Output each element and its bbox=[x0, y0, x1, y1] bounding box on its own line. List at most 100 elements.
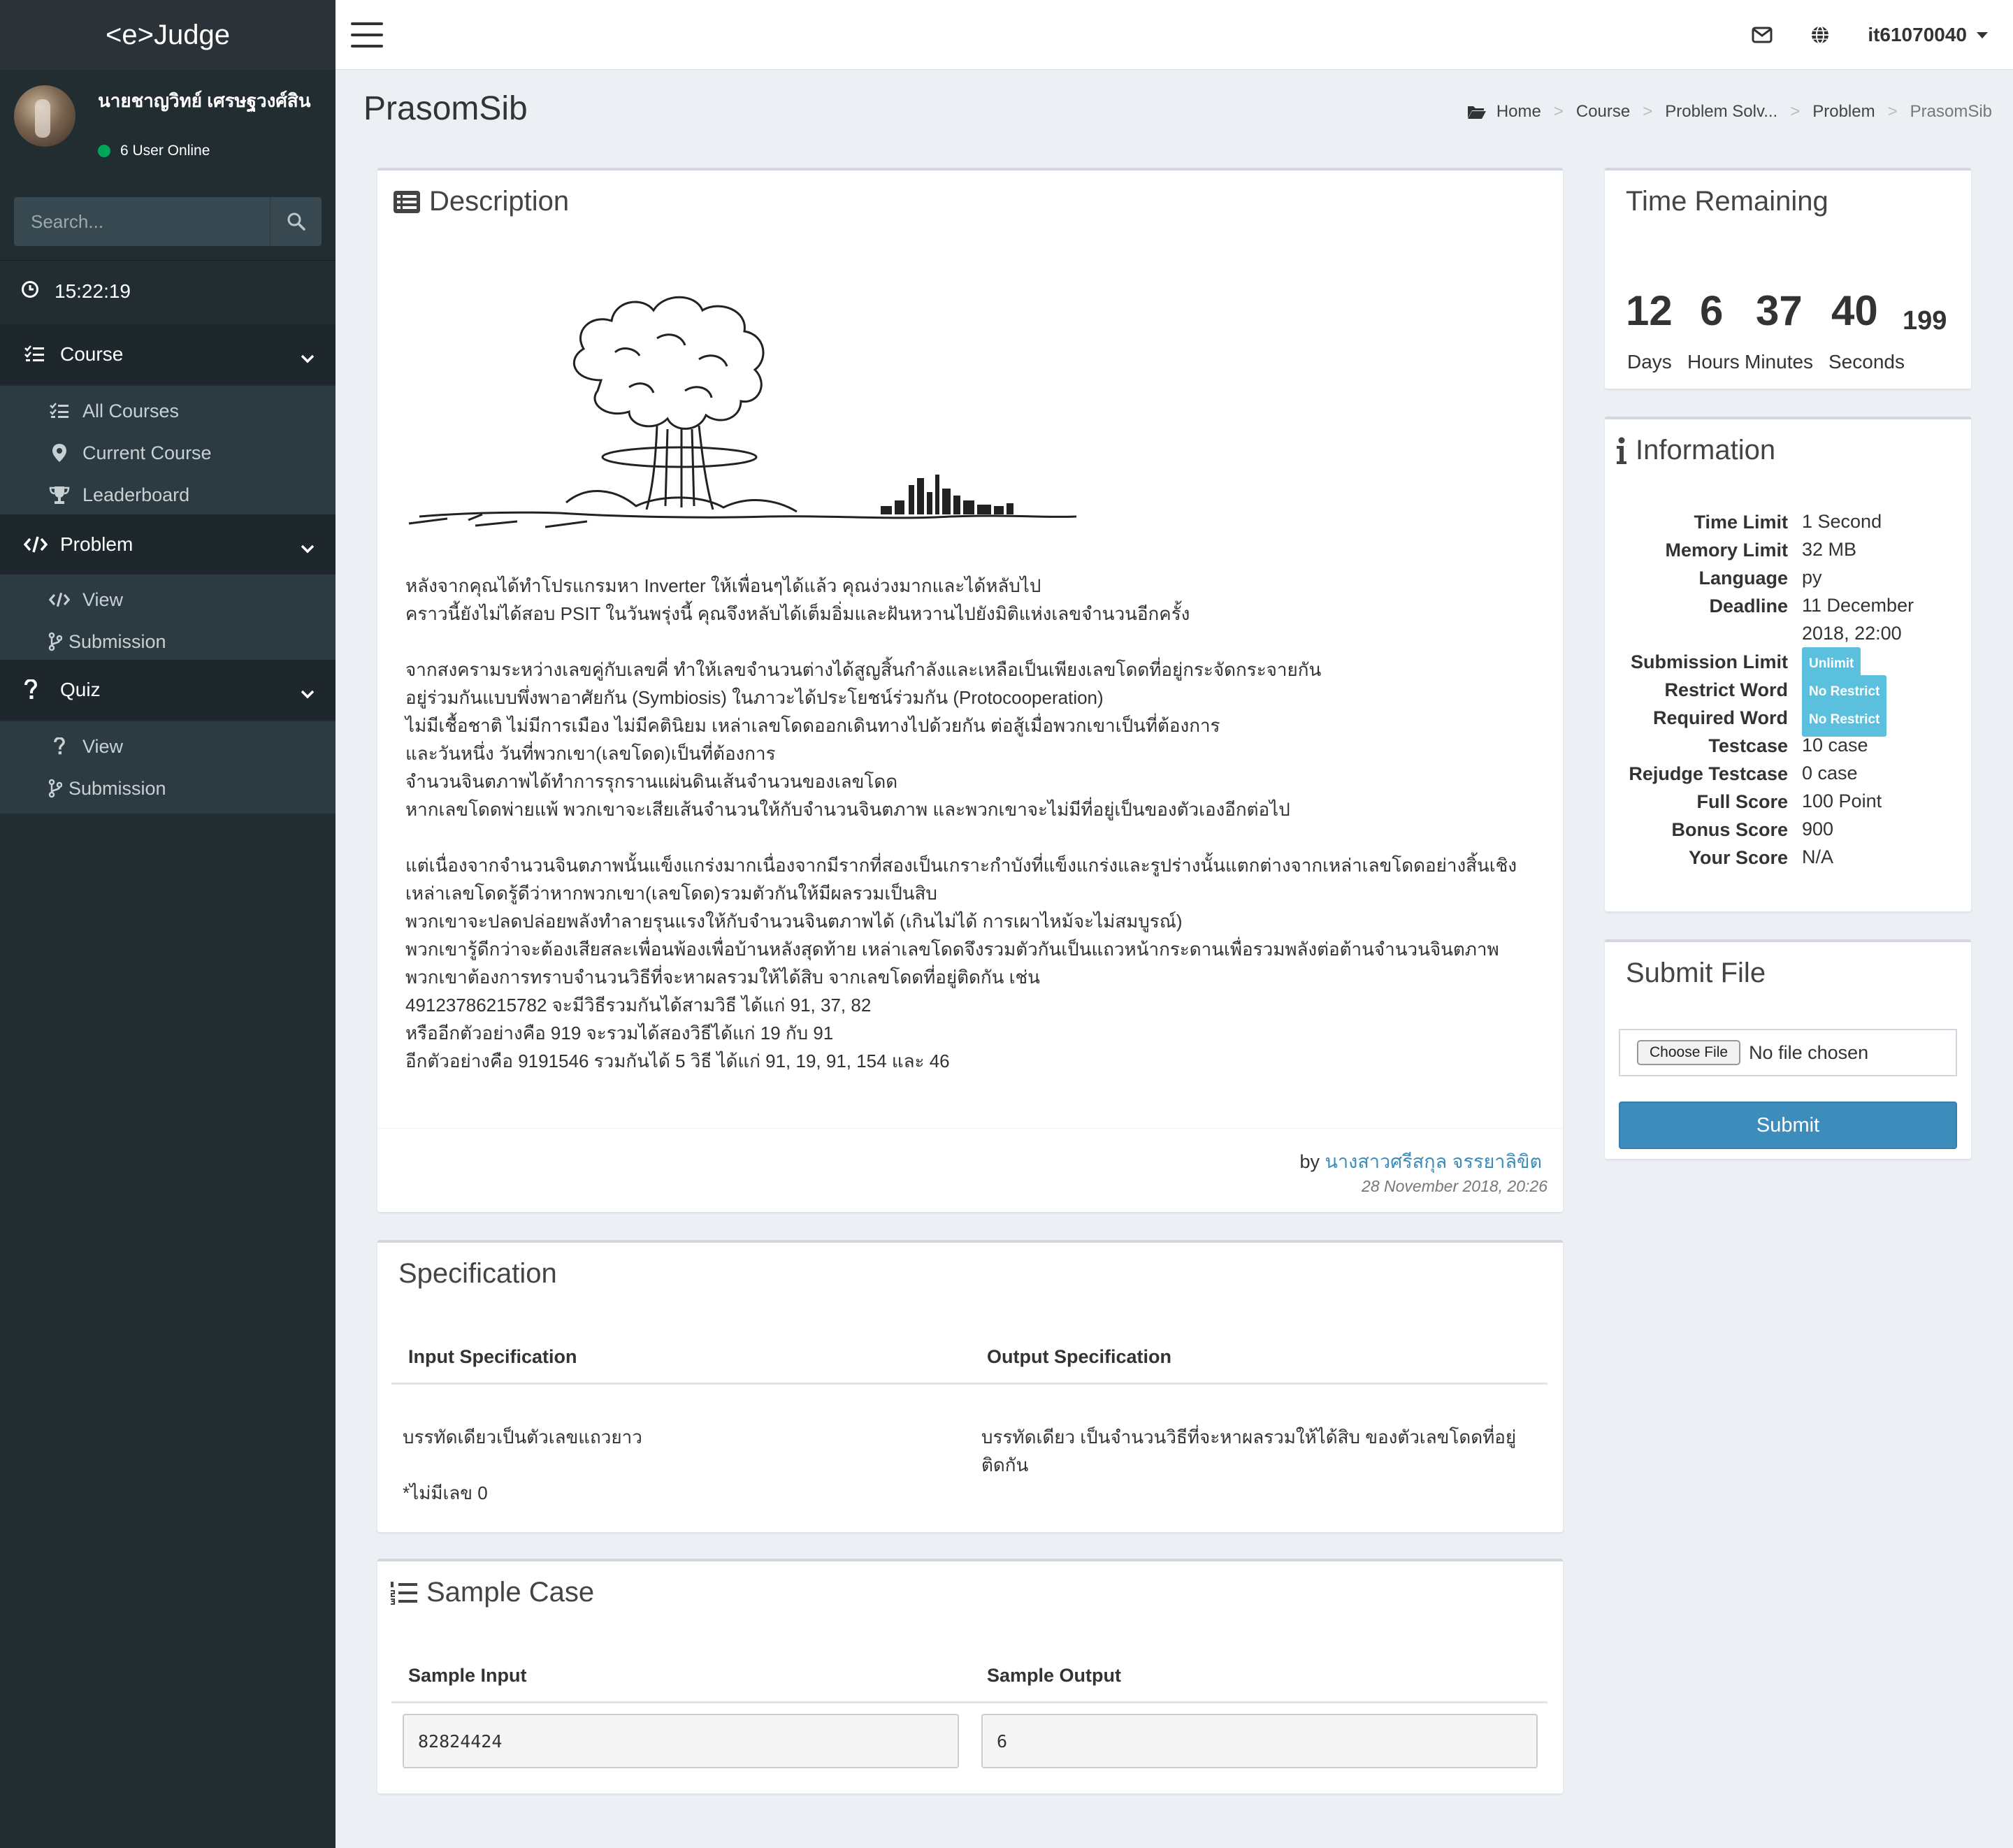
label-minutes: Minutes bbox=[1745, 351, 1814, 373]
sidebar-item-current-course[interactable]: Current Course bbox=[0, 432, 336, 474]
sidebar: <e>Judge นายชาญวิทย์ เศรษฐวงศ์สิน 6 User… bbox=[0, 0, 336, 1848]
clock-time: 15:22:19 bbox=[55, 280, 131, 302]
time-remaining-box: Time Remaining 12 6 37 40 199 Days Hours… bbox=[1605, 168, 1971, 389]
specification-box: Specification Input Specification Output… bbox=[377, 1240, 1563, 1532]
sidebar-item-label: View bbox=[82, 735, 124, 757]
sidebar-section-course[interactable]: Course bbox=[0, 324, 336, 384]
specification-title: Specification bbox=[398, 1258, 557, 1289]
sidebar-section-quiz[interactable]: Quiz bbox=[0, 660, 336, 720]
branch-icon bbox=[48, 779, 63, 798]
choose-file-button[interactable]: Choose File bbox=[1637, 1040, 1741, 1065]
list-alt-icon bbox=[393, 190, 421, 214]
chevron-down-icon bbox=[301, 682, 315, 705]
sidebar-item-leaderboard[interactable]: Leaderboard bbox=[0, 474, 336, 516]
input-spec-line: บรรทัดเดียวเป็นตัวเลขแถวยาว bbox=[403, 1427, 642, 1448]
search-button[interactable] bbox=[270, 197, 322, 246]
author-line: by นางสาวศรีสกุล จรรยาลิขิต bbox=[1299, 1146, 1542, 1176]
clock: 15:22:19 bbox=[0, 274, 336, 309]
list-ol-icon bbox=[390, 1581, 418, 1605]
sample-case-box: Sample Case Sample Input Sample Output 8… bbox=[377, 1559, 1563, 1793]
input-spec-line: *ไม่มีเลข 0 bbox=[403, 1482, 488, 1503]
branch-icon bbox=[48, 632, 63, 651]
sample-output-box[interactable]: 6 bbox=[981, 1714, 1538, 1768]
user-menu[interactable]: it61070040 bbox=[1868, 24, 1988, 46]
info-key: Memory Limit bbox=[1665, 540, 1788, 561]
envelope-icon[interactable] bbox=[1752, 27, 1773, 43]
file-input[interactable]: Choose File No file chosen bbox=[1619, 1029, 1957, 1076]
breadcrumb-problem[interactable]: Problem bbox=[1812, 102, 1875, 122]
description-title-text: Description bbox=[429, 186, 570, 217]
file-status-text: No file chosen bbox=[1749, 1041, 1869, 1063]
info-key: Rejudge Testcase bbox=[1629, 763, 1788, 784]
input-spec-text: บรรทัดเดียวเป็นตัวเลขแถวยาว *ไม่มีเลข 0 bbox=[403, 1423, 962, 1507]
sidebar-item-problem-view[interactable]: View bbox=[0, 579, 336, 621]
description-line: พวกเขาต้องการทราบจำนวนวิธีที่จะหาผลรวมให… bbox=[405, 967, 1040, 988]
time-remaining-title: Time Remaining bbox=[1626, 186, 1828, 217]
info-key: Language bbox=[1698, 568, 1788, 589]
info-key: Bonus Score bbox=[1671, 819, 1788, 840]
label-seconds: Seconds bbox=[1828, 351, 1905, 373]
breadcrumb-separator: > bbox=[1553, 102, 1564, 121]
countdown-hours: 6 bbox=[1700, 287, 1724, 334]
description-paragraph: แต่เนื่องจากจำนวนจินตภาพนั้นแข็งแกร่งมาก… bbox=[405, 851, 1552, 1075]
globe-icon[interactable] bbox=[1810, 25, 1830, 45]
user-name: นายชาญวิทย์ เศรษฐวงศ์สิน bbox=[98, 90, 311, 111]
label-hours: Hours bbox=[1687, 351, 1740, 373]
sidebar-item-all-courses[interactable]: All Courses bbox=[0, 390, 336, 432]
sidebar-section-label: Quiz bbox=[60, 679, 101, 700]
output-spec-header: Output Specification bbox=[987, 1346, 1172, 1367]
description-line: พวกเขาจะปลดปล่อยพลังทำลายรุนแรงให้กับจำน… bbox=[405, 911, 1183, 932]
course-submenu: All Courses Current Course Leaderboard bbox=[0, 386, 336, 520]
info-value: N/A bbox=[1802, 846, 1834, 867]
description-line: 49123786215782 จะมีวิธีรวมกันได้สามวิธี … bbox=[405, 995, 872, 1016]
sample-header-rule bbox=[391, 1701, 1547, 1703]
navbar-right: it61070040 bbox=[1752, 0, 1988, 70]
info-key: Required Word bbox=[1652, 707, 1788, 728]
breadcrumb-course[interactable]: Course bbox=[1576, 102, 1630, 122]
breadcrumb-home[interactable]: Home bbox=[1496, 102, 1541, 122]
question-icon bbox=[49, 737, 70, 756]
author-link[interactable]: นางสาวศรีสกุล จรรยาลิขิต bbox=[1325, 1151, 1542, 1172]
sidebar-item-label: View bbox=[82, 589, 124, 610]
description-paragraph: หลังจากคุณได้ทำโปรแกรมหา Inverter ให้เพื… bbox=[405, 572, 1552, 628]
description-line: หลังจากคุณได้ทำโปรแกรมหา Inverter ให้เพื… bbox=[405, 575, 1041, 596]
sidebar-item-label: All Courses bbox=[82, 400, 180, 421]
sidebar-item-quiz-view[interactable]: View bbox=[0, 726, 336, 767]
submit-file-title: Submit File bbox=[1626, 958, 1766, 988]
info-key: Full Score bbox=[1696, 791, 1788, 812]
info-value: 10 case bbox=[1802, 735, 1868, 756]
chevron-down-icon bbox=[301, 347, 315, 369]
breadcrumb-separator: > bbox=[1643, 102, 1653, 121]
username-label: it61070040 bbox=[1868, 24, 1967, 45]
caret-down-icon bbox=[1977, 31, 1988, 38]
info-value: py bbox=[1802, 567, 1822, 588]
info-key: Deadline bbox=[1709, 595, 1788, 616]
breadcrumb-problem-solving[interactable]: Problem Solv... bbox=[1665, 102, 1777, 122]
sidebar-toggle-icon[interactable] bbox=[351, 22, 383, 48]
search-input[interactable]: Search... bbox=[14, 197, 270, 246]
sample-input-box[interactable]: 82824424 bbox=[403, 1714, 959, 1768]
info-value: 900 bbox=[1802, 818, 1834, 839]
online-status: 6 User Online bbox=[98, 143, 210, 159]
submit-button[interactable]: Submit bbox=[1619, 1102, 1957, 1149]
chevron-down-icon bbox=[301, 537, 315, 559]
trophy-icon bbox=[49, 485, 70, 505]
info-key: Your Score bbox=[1688, 847, 1788, 868]
question-icon bbox=[24, 679, 49, 700]
brand-logo[interactable]: <e>Judge bbox=[0, 0, 336, 70]
breadcrumb-separator: > bbox=[1790, 102, 1801, 121]
sidebar-item-label: Leaderboard bbox=[82, 484, 190, 505]
description-line: อีกตัวอย่างคือ 9191546 รวมกันได้ 5 วิธี … bbox=[405, 1051, 950, 1071]
breadcrumb-separator: > bbox=[1887, 102, 1898, 121]
sample-output-header: Sample Output bbox=[987, 1665, 1122, 1686]
folder-open-icon bbox=[1467, 104, 1487, 120]
sidebar-section-problem[interactable]: Problem bbox=[0, 514, 336, 575]
description-title: Description bbox=[393, 186, 569, 217]
code-icon bbox=[24, 536, 49, 553]
sidebar-item-quiz-submission[interactable]: Submission bbox=[0, 767, 336, 809]
info-key: Submission Limit bbox=[1630, 651, 1788, 672]
description-line: อยู่ร่วมกันแบบพึ่งพาอาศัยกัน (Symbiosis)… bbox=[405, 687, 1104, 708]
online-dot-icon bbox=[98, 145, 110, 157]
spec-header-rule bbox=[391, 1383, 1547, 1385]
sidebar-item-problem-submission[interactable]: Submission bbox=[0, 621, 336, 663]
